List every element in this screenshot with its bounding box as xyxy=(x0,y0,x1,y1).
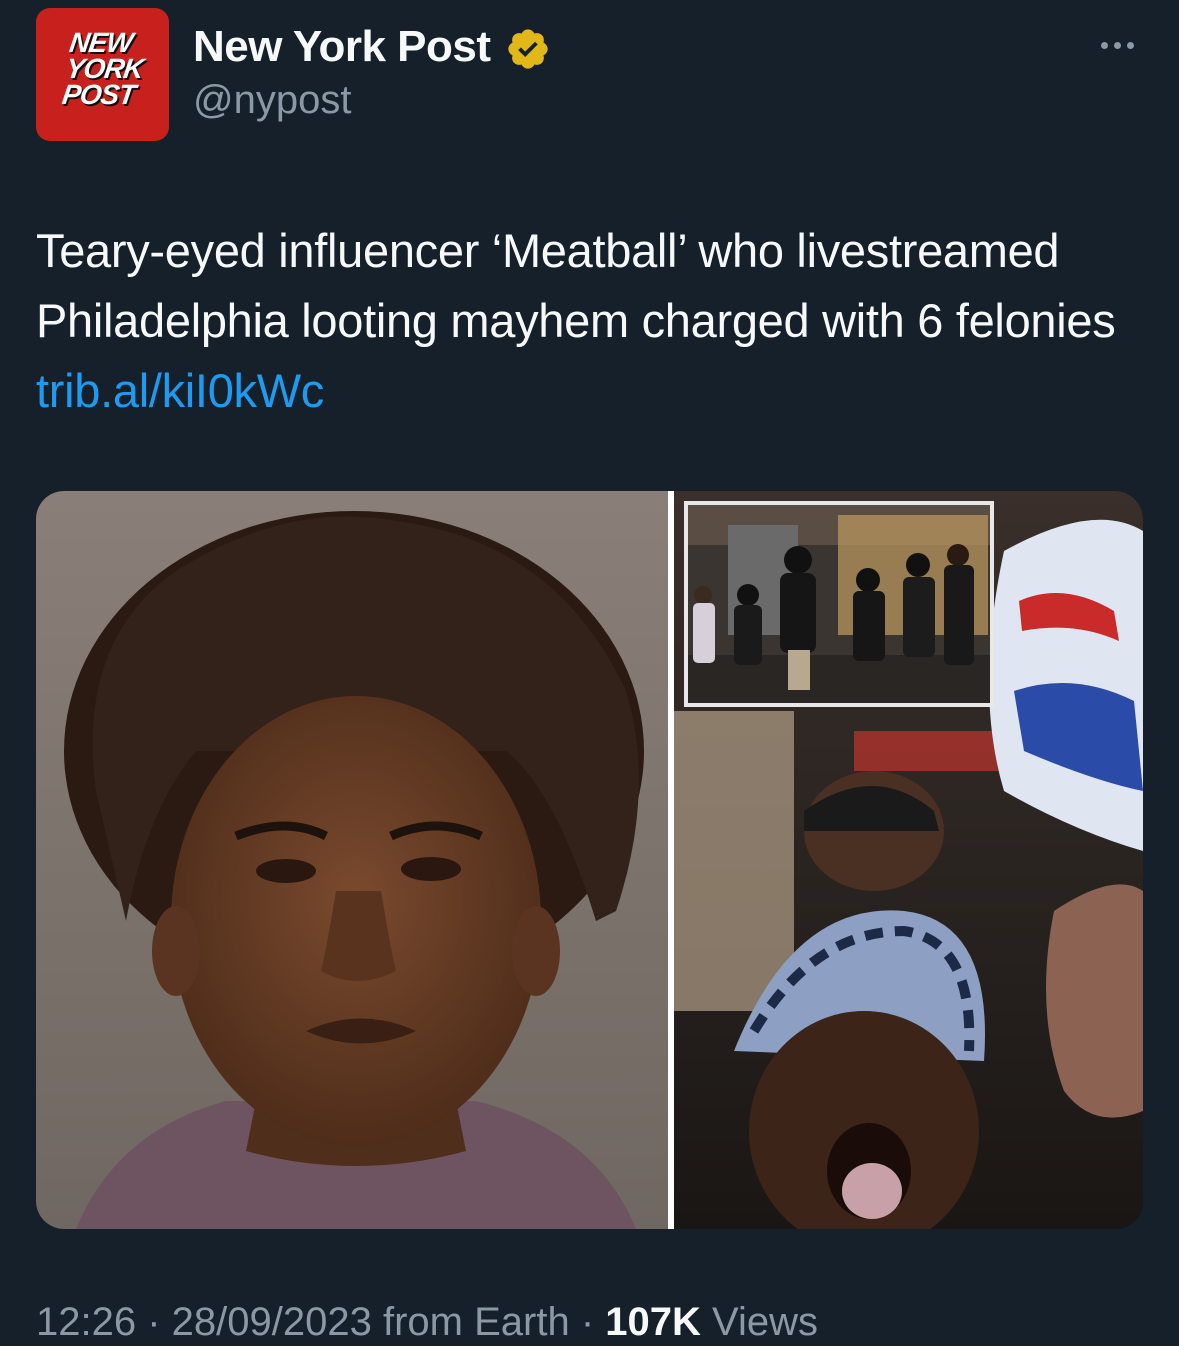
nypost-logo: NEW YORK POST xyxy=(60,27,152,110)
mugshot-photo[interactable] xyxy=(36,491,668,1229)
tweet-date[interactable]: 28/09/2023 xyxy=(172,1300,372,1344)
logo-line-3: POST xyxy=(60,79,137,110)
tweet-media[interactable] xyxy=(36,491,1143,1229)
more-dot-icon xyxy=(1126,41,1134,49)
tweet-text: Teary-eyed influencer ‘Meatball’ who liv… xyxy=(36,216,1146,426)
verified-badge-icon[interactable] xyxy=(505,26,551,72)
views-label: Views xyxy=(712,1300,818,1344)
looting-inset-photo[interactable] xyxy=(684,501,994,707)
views-count[interactable]: 107K xyxy=(605,1300,701,1344)
display-name[interactable]: New York Post xyxy=(193,22,491,72)
tweet-source: from Earth xyxy=(382,1300,570,1344)
tweet-footer: 12:26 · 28/09/2023 from Earth · 107K Vie… xyxy=(36,1300,818,1345)
tweet-time[interactable]: 12:26 xyxy=(36,1300,136,1344)
separator: · xyxy=(569,1300,606,1344)
more-options-button[interactable] xyxy=(1092,30,1142,60)
tweet: NEW YORK POST New York Post @nypost Tear… xyxy=(0,0,1179,1346)
tweet-link[interactable]: trib.al/kiI0kWc xyxy=(36,364,324,417)
separator: · xyxy=(136,1300,172,1344)
avatar[interactable]: NEW YORK POST xyxy=(36,8,169,141)
tweet-body: Teary-eyed influencer ‘Meatball’ who liv… xyxy=(36,224,1116,347)
handle[interactable]: @nypost xyxy=(193,78,351,123)
more-dot-icon xyxy=(1100,41,1108,49)
more-dot-icon xyxy=(1113,41,1121,49)
